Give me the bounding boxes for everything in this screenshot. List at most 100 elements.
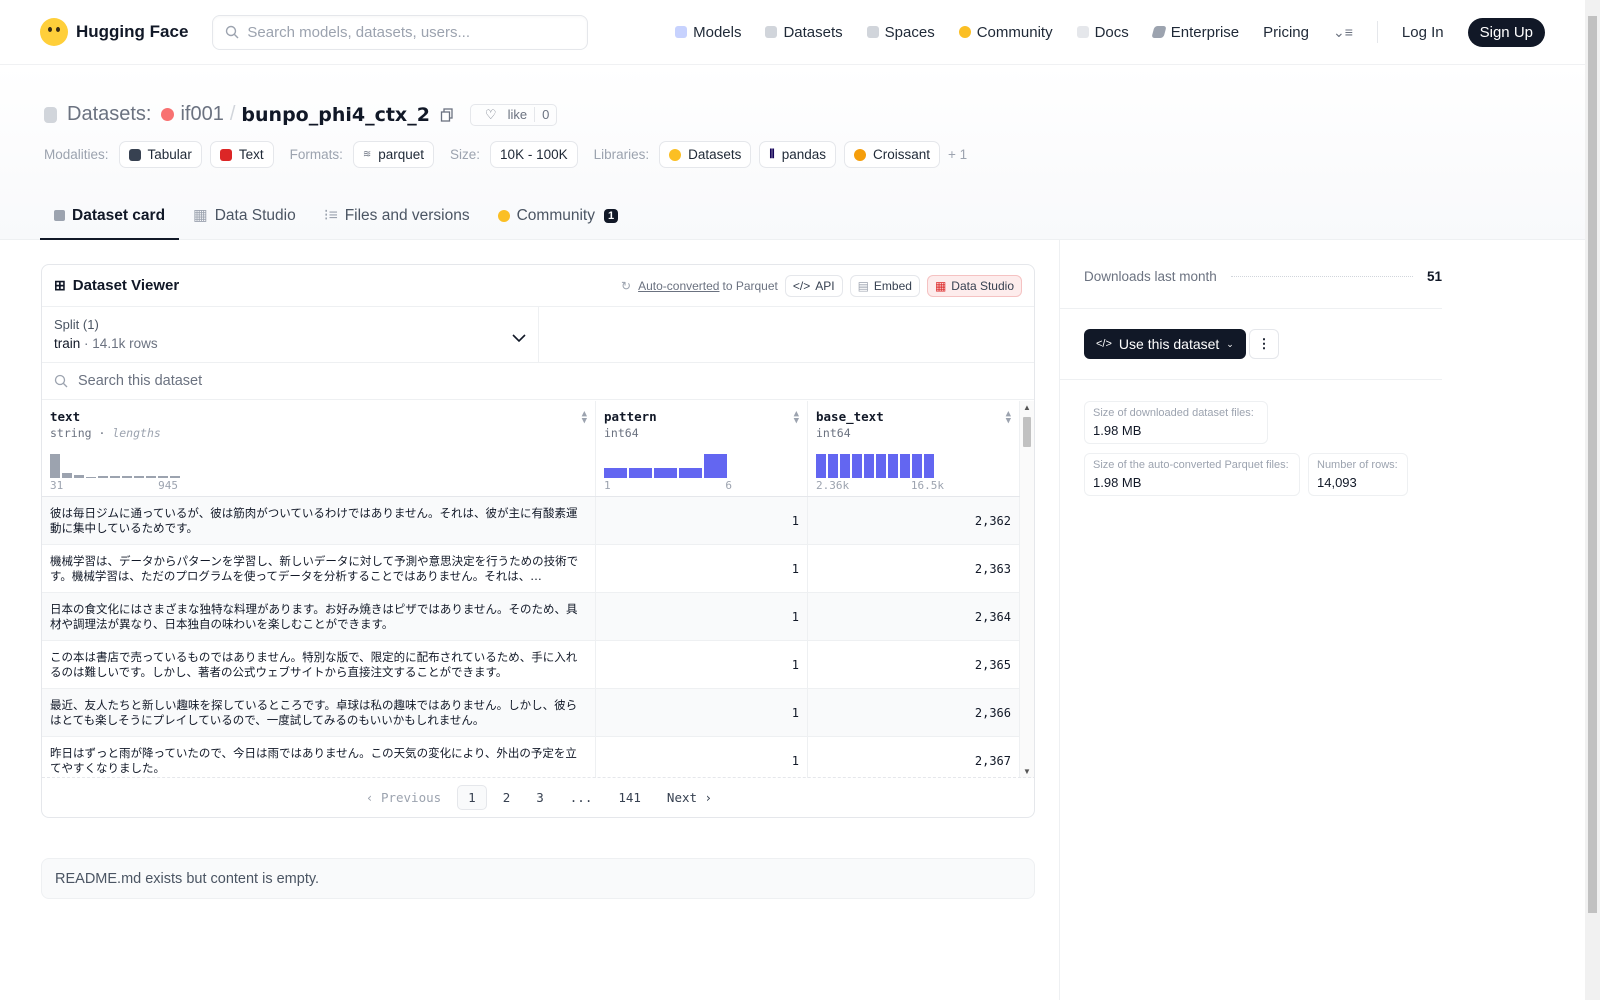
nav-models[interactable]: Models <box>675 24 741 41</box>
split-select[interactable]: Split (1) train · 14.1k rows <box>42 307 539 362</box>
histogram-bar[interactable] <box>74 475 84 478</box>
sort-icon[interactable]: ▲ ▼ <box>1006 410 1011 426</box>
histogram-bar[interactable] <box>50 454 60 478</box>
nav-datasets[interactable]: Datasets <box>765 24 843 41</box>
scroll-up-icon[interactable]: ▲ <box>1023 403 1031 412</box>
cell-pattern: 1 <box>596 737 808 778</box>
libraries-more[interactable]: + 1 <box>948 147 967 162</box>
histogram-bar[interactable] <box>900 454 910 478</box>
column-header-text[interactable]: text string · lengths ▲ ▼ 31 945 <box>42 401 596 496</box>
parquet-icon: ≋ <box>362 149 372 160</box>
nav-pricing[interactable]: Pricing <box>1263 24 1309 41</box>
histogram-bar[interactable] <box>852 454 862 478</box>
breadcrumb-owner[interactable]: if001 <box>180 103 223 126</box>
histogram-bar[interactable] <box>888 454 898 478</box>
table-scrollbar[interactable]: ▲ ▼ <box>1020 401 1034 778</box>
more-options-button[interactable]: ⋮ <box>1249 329 1279 359</box>
signup-button[interactable]: Sign Up <box>1467 17 1545 47</box>
api-button[interactable]: </> API <box>784 274 843 297</box>
column-name: pattern <box>604 409 657 424</box>
table-row[interactable]: 機械学習は、データからパターンを学習し、新しいデータに対して予測や意思決定を行う… <box>42 545 1020 593</box>
table-row[interactable]: この本は書店で売っているものではありません。特別な版で、限定的に配布されているた… <box>42 641 1020 689</box>
tag-tabular[interactable]: Tabular <box>118 141 202 168</box>
histogram-bar[interactable] <box>110 476 120 478</box>
histogram-bar[interactable] <box>840 454 850 478</box>
sort-icon[interactable]: ▲ ▼ <box>582 410 587 426</box>
tab-dataset-card[interactable]: Dataset card <box>40 193 180 240</box>
nav-docs-label: Docs <box>1094 23 1129 41</box>
tag-pandas[interactable]: ⦀ pandas <box>759 141 836 168</box>
downloads-sparkline <box>1230 276 1413 277</box>
page-title[interactable]: bunpo_phi4_ctx_2 <box>241 104 430 126</box>
page-last[interactable]: 141 <box>608 786 651 809</box>
global-search-input[interactable]: Search models, datasets, users... <box>212 14 589 50</box>
page-1[interactable]: 1 <box>457 785 487 810</box>
nav-community[interactable]: Community <box>958 24 1053 41</box>
table-row[interactable]: 昨日はずっと雨が降っていたので、今日は雨ではありません。この天気の変化により、外… <box>42 737 1020 778</box>
embed-button[interactable]: ▤ Embed <box>849 274 920 297</box>
table-row[interactable]: 最近、友人たちと新しい趣味を探しているところです。卓球は私の趣味ではありません。… <box>42 689 1020 737</box>
histogram-bar[interactable] <box>146 476 156 478</box>
column-header-pattern[interactable]: pattern int64 ▲ ▼ 1 6 <box>596 401 808 496</box>
histogram-bar[interactable] <box>98 476 108 478</box>
column-header-base-text[interactable]: base_text int64 ▲ ▼ 2.36k 16.5k <box>808 401 1020 496</box>
more-menu-icon[interactable]: ⌄≡ <box>1333 24 1353 41</box>
nav-spaces-label: Spaces <box>884 23 935 41</box>
table-row[interactable]: 日本の食文化にはさまざまな独特な料理があります。お好み焼きはピザではありません。… <box>42 593 1020 641</box>
histogram-bar[interactable] <box>924 454 934 478</box>
nav-enterprise[interactable]: Enterprise <box>1151 24 1239 41</box>
data-studio-button[interactable]: ▦ Data Studio <box>926 274 1022 297</box>
use-this-dataset-button[interactable]: </> Use this dataset ⌄ <box>1084 329 1246 359</box>
histogram-bar[interactable] <box>876 454 886 478</box>
page-3[interactable]: 3 <box>526 786 554 809</box>
tag-size[interactable]: 10K - 100K <box>490 141 578 168</box>
page-scrollbar[interactable] <box>1585 0 1600 1000</box>
histogram-bar[interactable] <box>816 454 826 478</box>
histogram-max: 16.5k <box>910 479 944 492</box>
page-2[interactable]: 2 <box>493 786 521 809</box>
data-table: text string · lengths ▲ ▼ 31 945 pattern i… <box>42 401 1020 778</box>
histogram-bar[interactable] <box>170 476 180 478</box>
tag-text[interactable]: Text <box>209 141 274 168</box>
like-button[interactable]: ♡ like 0 <box>469 103 558 126</box>
histogram-bar[interactable] <box>704 454 727 478</box>
nav-spaces[interactable]: Spaces <box>866 23 935 41</box>
histogram-bar[interactable] <box>629 468 652 478</box>
table-scroll-thumb[interactable] <box>1023 417 1031 447</box>
table-row[interactable]: 彼は毎日ジムに通っているが、彼は筋肉がついているわけではありません。それは、彼が… <box>42 497 1020 545</box>
nav-docs[interactable]: Docs <box>1076 23 1129 41</box>
tag-parquet[interactable]: ≋ parquet <box>352 141 435 168</box>
tab-community[interactable]: Community 1 <box>484 193 633 240</box>
tab-data-studio[interactable]: ▦ Data Studio <box>179 193 310 240</box>
dataset-search-input[interactable]: Search this dataset <box>42 363 1034 400</box>
auto-converted-link[interactable]: Auto-converted <box>638 279 719 293</box>
heart-icon: ♡ <box>484 106 497 122</box>
dataset-tags: Modalities: Tabular Text Formats: ≋ parqu… <box>44 141 969 168</box>
histogram-bar[interactable] <box>679 468 702 478</box>
histogram-bar[interactable] <box>654 468 677 478</box>
histogram-bar[interactable] <box>158 476 168 478</box>
histogram-bar[interactable] <box>134 476 144 478</box>
brand-logo[interactable]: Hugging Face <box>40 18 188 46</box>
histogram-bar[interactable] <box>86 477 96 478</box>
previous-page-button[interactable]: ‹ Previous <box>356 786 451 809</box>
dataset-card-icon <box>54 210 65 221</box>
tag-datasets-lib[interactable]: Datasets <box>659 141 752 168</box>
sort-icon[interactable]: ▲ ▼ <box>794 410 799 426</box>
histogram-bar[interactable] <box>864 454 874 478</box>
page-scroll-thumb[interactable] <box>1588 16 1597 913</box>
login-link[interactable]: Log In <box>1402 24 1444 41</box>
histogram-bar[interactable] <box>604 468 627 478</box>
histogram-bar[interactable] <box>62 473 72 478</box>
tag-croissant[interactable]: Croissant <box>843 141 941 168</box>
breadcrumb-section[interactable]: Datasets: <box>67 103 151 126</box>
stat-parquet-size: Size of the auto-converted Parquet files… <box>1084 453 1300 496</box>
next-page-button[interactable]: Next › <box>657 786 722 809</box>
histogram-bar[interactable] <box>912 454 922 478</box>
global-search-placeholder: Search models, datasets, users... <box>247 23 471 41</box>
histogram-bar[interactable] <box>122 476 132 478</box>
histogram-bar[interactable] <box>828 454 838 478</box>
tab-files-and-versions[interactable]: ⁝≡ Files and versions <box>310 193 484 240</box>
scroll-down-icon[interactable]: ▼ <box>1023 767 1031 776</box>
copy-icon[interactable] <box>440 107 454 122</box>
